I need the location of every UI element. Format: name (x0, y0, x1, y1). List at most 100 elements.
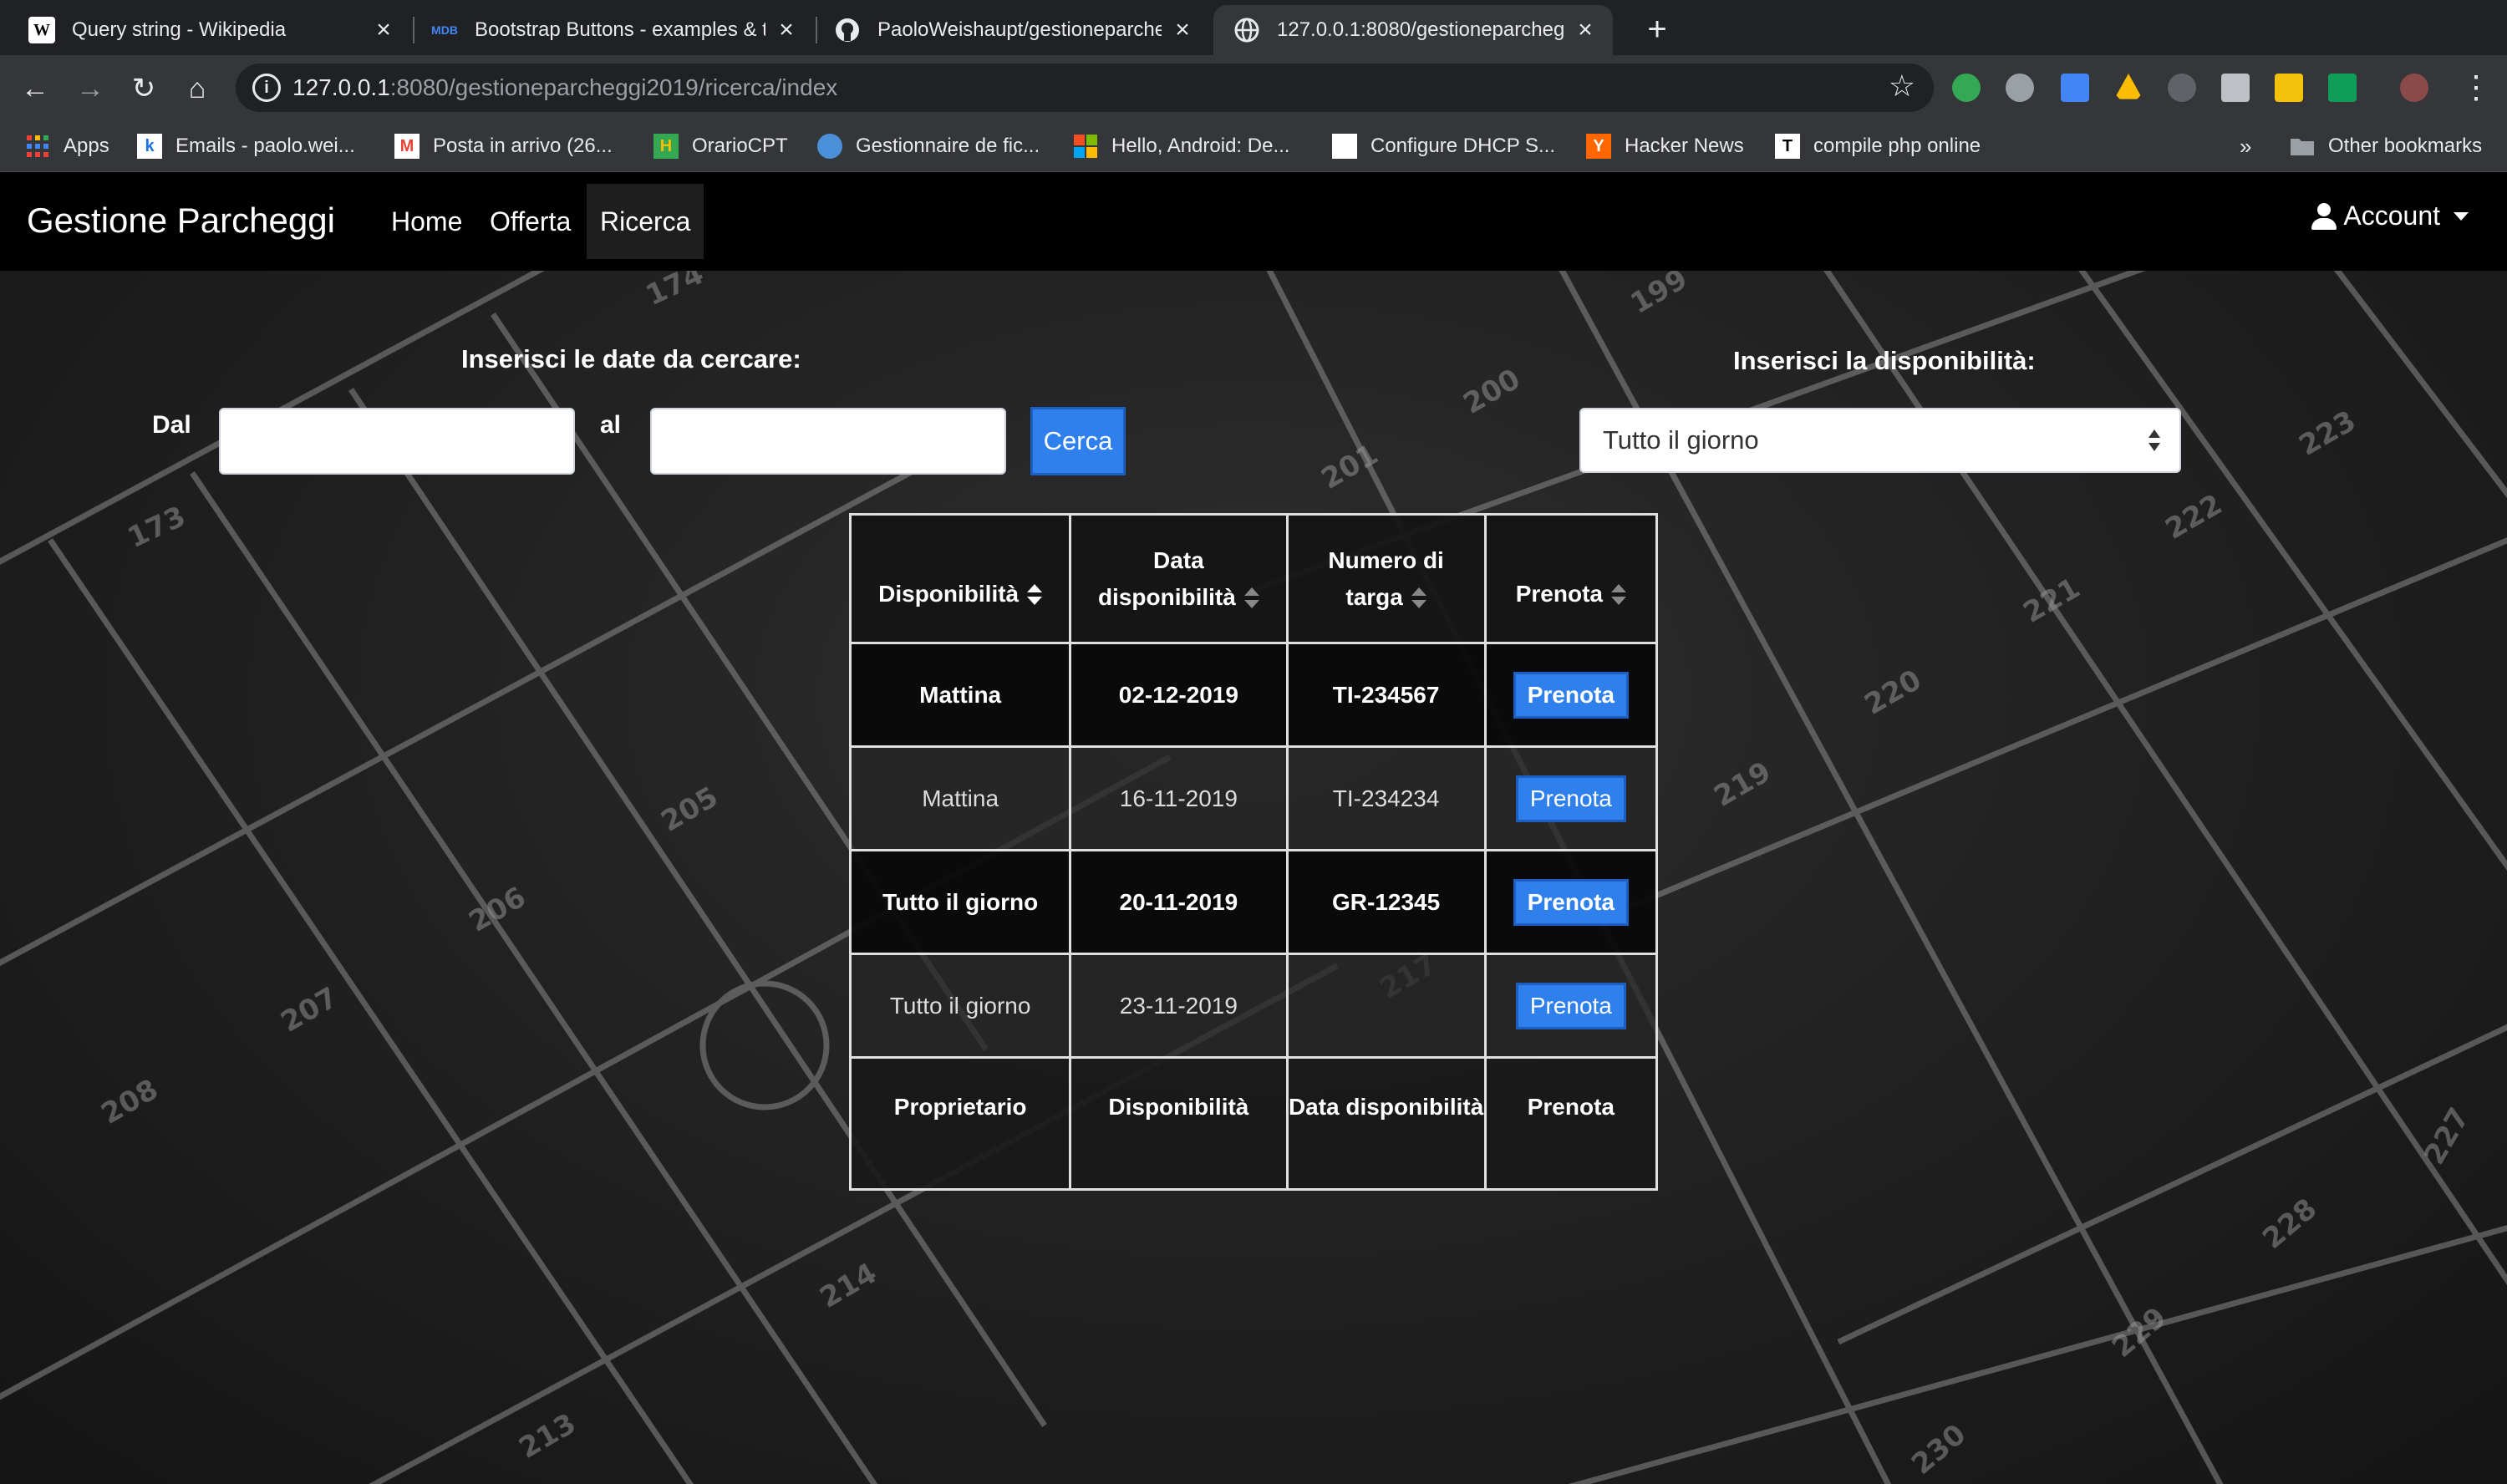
close-tab-icon[interactable]: × (1573, 16, 1598, 44)
extension-green-icon[interactable] (1952, 74, 1981, 102)
prenota-button[interactable]: Prenota (1515, 982, 1626, 1029)
reload-icon[interactable]: ↻ (125, 70, 162, 107)
page-icon (1332, 134, 1357, 159)
mail-icon[interactable] (2221, 74, 2250, 102)
table-row: Tutto il giorno 20-11-2019 GR-12345 Pren… (848, 849, 1659, 955)
header-targa[interactable]: Numero di targa (1285, 513, 1487, 644)
lightbulb-icon[interactable] (2168, 74, 2196, 102)
bookmark-php[interactable]: T compile php online (1775, 132, 1981, 160)
bookmark-dhcp[interactable]: Configure DHCP S... (1332, 132, 1555, 160)
svg-text:221: 221 (2018, 572, 2086, 630)
extension-m-icon[interactable] (2006, 74, 2034, 102)
nav-ricerca[interactable]: Ricerca (587, 184, 704, 259)
header-label: Numero di targa (1328, 546, 1444, 610)
svg-text:200: 200 (1458, 363, 1526, 421)
bookmark-emails[interactable]: k Emails - paolo.wei... (137, 132, 355, 160)
nav-offerta[interactable]: Offerta (476, 184, 584, 259)
bookmark-label: Gestionnaire de fic... (856, 135, 1040, 157)
new-tab-icon[interactable]: + (1636, 8, 1678, 50)
prenota-button[interactable]: Prenota (1515, 775, 1626, 822)
forward-arrow-icon[interactable]: → (72, 70, 109, 107)
table-row: Tutto il giorno 23-11-2019 Prenota (848, 953, 1659, 1059)
cell-data: 02-12-2019 (1069, 642, 1289, 748)
browser-tab-bootstrap[interactable]: MDB Bootstrap Buttons - examples & t × (414, 5, 814, 55)
header-disponibilita[interactable]: Disponibilità (848, 513, 1072, 644)
header-data[interactable]: Data disponibilità (1069, 513, 1289, 644)
prenota-button[interactable]: Prenota (1513, 878, 1629, 926)
availability-select[interactable]: Tutto il giorno (1579, 408, 2181, 473)
close-tab-icon[interactable]: × (1170, 16, 1195, 44)
browser-tab-wikipedia[interactable]: W Query string - Wikipedia × (0, 5, 411, 55)
overflow-label: » (2240, 133, 2252, 159)
svg-text:205: 205 (656, 780, 724, 839)
t-icon: T (1775, 134, 1800, 159)
footer-disponibilita: Disponibilità (1069, 1056, 1289, 1191)
cell-targa: GR-12345 (1285, 849, 1487, 955)
table-row: Mattina 02-12-2019 TI-234567 Prenota (848, 642, 1659, 748)
address-bar[interactable]: i 127.0.0.1:8080/gestioneparcheggi2019/r… (236, 64, 1934, 112)
back-arrow-icon[interactable]: ← (17, 70, 53, 107)
bookmark-hacker-news[interactable]: Y Hacker News (1586, 132, 1744, 160)
page-viewport: 174 173 205 206 207 208 200 201 199 223 … (0, 172, 2507, 1484)
info-icon[interactable]: i (252, 74, 281, 102)
nav-home[interactable]: Home (378, 184, 475, 259)
close-tab-icon[interactable]: × (774, 16, 799, 44)
browser-tab-active[interactable]: 127.0.0.1:8080/gestioneparcheg × (1213, 5, 1613, 55)
close-tab-icon[interactable]: × (371, 16, 396, 44)
account-dropdown[interactable]: Account (2311, 201, 2469, 231)
footer-prenota: Prenota (1483, 1056, 1659, 1191)
cell-disponibilita: Mattina (848, 745, 1072, 851)
extension-yellow-icon[interactable] (2275, 74, 2303, 102)
results-table: Disponibilità Data disponibilità Numero … (848, 513, 1659, 1191)
select-arrows-icon (2148, 429, 2161, 455)
apps-grid-icon (25, 134, 50, 159)
svg-text:219: 219 (1709, 755, 1777, 814)
tab-title: PaoloWeishaupt/gestioneparcheg (877, 18, 1162, 41)
google-translate-icon[interactable] (2061, 74, 2089, 102)
google-drive-icon[interactable] (2114, 74, 2143, 99)
browser-menu-icon[interactable]: ⋮ (2460, 69, 2492, 106)
url-text[interactable]: 127.0.0.1:8080/gestioneparcheggi2019/ric… (292, 74, 837, 101)
cell-data: 23-11-2019 (1069, 953, 1289, 1059)
home-icon[interactable]: ⌂ (179, 70, 216, 107)
date-from-input[interactable] (219, 408, 575, 475)
prenota-button[interactable]: Prenota (1513, 671, 1629, 719)
header-label: Disponibilità (878, 580, 1020, 607)
to-label: al (600, 411, 622, 439)
header-label: Prenota (1515, 580, 1603, 607)
google-classroom-icon[interactable] (2328, 74, 2357, 102)
bookmark-posta[interactable]: M Posta in arrivo (26... (394, 132, 613, 160)
search-button[interactable]: Cerca (1030, 407, 1126, 475)
header-prenota[interactable]: Prenota (1483, 513, 1659, 644)
tab-title: Bootstrap Buttons - examples & t (475, 18, 765, 41)
bookmark-orariocpt[interactable]: H OrarioCPT (653, 132, 788, 160)
top-navbar: Gestione Parcheggi Home Offerta Ricerca … (0, 172, 2507, 271)
y-icon: Y (1586, 134, 1611, 159)
cell-targa: TI-234234 (1285, 745, 1487, 851)
dates-heading: Inserisci le date da cercare: (461, 344, 801, 374)
svg-text:229: 229 (2106, 1301, 2173, 1365)
cell-targa: TI-234567 (1285, 642, 1487, 748)
availability-heading: Inserisci la disponibilità: (1733, 346, 2036, 375)
profile-avatar[interactable] (2400, 74, 2428, 102)
bookmark-label: Configure DHCP S... (1370, 135, 1555, 157)
bookmark-gestionnaire[interactable]: Gestionnaire de fic... (817, 132, 1040, 160)
other-bookmarks[interactable]: Other bookmarks (2290, 132, 2482, 160)
windows-icon (1073, 134, 1098, 159)
brand-logo[interactable]: Gestione Parcheggi (27, 201, 335, 241)
sort-icon (1027, 584, 1043, 606)
bookmarks-overflow-chevron[interactable]: » (2240, 132, 2251, 160)
tab-title: Query string - Wikipedia (72, 18, 287, 41)
cell-data: 20-11-2019 (1069, 849, 1289, 955)
browser-tab-github[interactable]: PaoloWeishaupt/gestioneparcheg × (817, 5, 1210, 55)
wikipedia-icon: W (28, 17, 55, 43)
h-icon: H (653, 134, 679, 159)
bookmark-android[interactable]: Hello, Android: De... (1073, 132, 1289, 160)
date-to-input[interactable] (650, 408, 1006, 475)
cell-disponibilita: Tutto il giorno (848, 953, 1072, 1059)
cell-prenota: Prenota (1483, 642, 1659, 748)
bookmark-apps[interactable]: Apps (25, 132, 109, 160)
account-label: Account (2343, 201, 2440, 231)
svg-text:208: 208 (96, 1073, 164, 1131)
bookmark-star-icon[interactable]: ☆ (1889, 69, 1915, 104)
